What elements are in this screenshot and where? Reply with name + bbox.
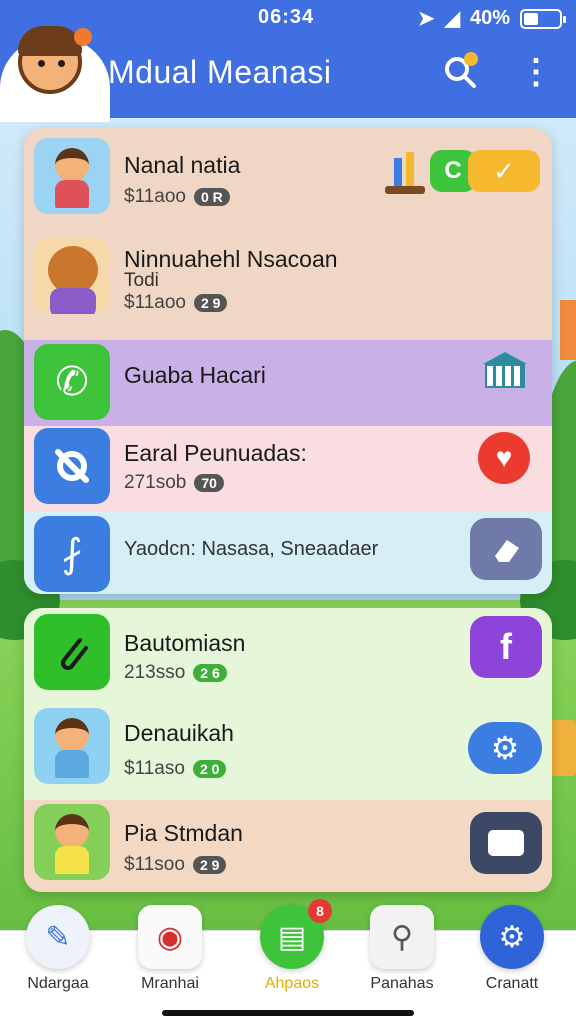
link-icon bbox=[34, 428, 110, 504]
facebook-icon[interactable]: f bbox=[470, 616, 542, 678]
item-meta: $11aso 2 0 bbox=[124, 758, 227, 780]
camera-icon: ◉ bbox=[138, 905, 202, 969]
nav-label: Panahas bbox=[370, 975, 434, 992]
mascot-avatar[interactable] bbox=[18, 26, 92, 94]
nav-item-gear[interactable]: ⚙ Cranatt bbox=[458, 905, 566, 1024]
heart-icon[interactable]: ♥ bbox=[478, 432, 530, 484]
nav-label: Mranhai bbox=[141, 975, 199, 992]
dancer-avatar bbox=[34, 804, 110, 880]
flower-icon bbox=[74, 28, 92, 46]
item-meta: $11soo 2 9 bbox=[124, 854, 227, 876]
item-name: Denauikah bbox=[124, 720, 234, 746]
nav-label: Ndargaa bbox=[27, 975, 89, 992]
hut bbox=[560, 300, 576, 360]
notification-badge: 8 bbox=[308, 899, 332, 923]
list-item[interactable]: Nanal natia $11aoo 0 R C ✓ bbox=[24, 128, 552, 228]
location-icon: ➤ bbox=[417, 8, 435, 30]
signpost bbox=[550, 720, 576, 776]
item-badge: 70 bbox=[194, 474, 224, 492]
pin-icon: ⨏ bbox=[34, 516, 110, 592]
pencil-icon: ✎ bbox=[26, 905, 90, 969]
list-item[interactable]: Ninnuahehl Nsacoan Todi $11aoo 2 9 bbox=[24, 228, 552, 340]
search-icon: ⚲ bbox=[370, 905, 434, 969]
item-name: Guaba Hacari bbox=[124, 362, 266, 388]
status-icons: ➤ ◢ 40% bbox=[417, 6, 566, 31]
more-vertical-icon[interactable]: ⋮ bbox=[516, 52, 556, 92]
item-meta: $11aoo 2 9 bbox=[124, 292, 228, 314]
settings-icon[interactable]: ⚙ bbox=[468, 722, 542, 774]
item-name: Nanal natia bbox=[124, 152, 241, 178]
item-badge: 2 9 bbox=[194, 294, 228, 312]
item-name: Pia Stmdan bbox=[124, 820, 243, 846]
item-badge: 2 0 bbox=[192, 760, 227, 778]
item-badge: 2 6 bbox=[193, 664, 227, 682]
list-card-bottom: Bautomiasn 213sso 2 6 f Denauikah $11aso 2… bbox=[24, 608, 552, 892]
list-item[interactable]: Pia Stmdan $11soo 2 9 bbox=[24, 800, 552, 892]
checkmark-icon[interactable]: ✓ bbox=[468, 150, 540, 192]
battery-icon bbox=[520, 8, 566, 29]
bank-icon[interactable] bbox=[480, 352, 530, 400]
item-meta: 271sob 70 bbox=[124, 472, 224, 494]
list-item[interactable]: Bautomiasn 213sso 2 6 f bbox=[24, 608, 552, 704]
girl-avatar bbox=[34, 138, 110, 214]
list-item[interactable]: ✆ Guaba Hacari bbox=[24, 340, 552, 426]
search-icon[interactable] bbox=[440, 52, 480, 92]
item-name: Yaodcn: Nasasa, Sneaadaer bbox=[124, 538, 379, 560]
battery-percent: 40% bbox=[469, 7, 510, 29]
list-item[interactable]: Earal Peunuadas: 271sob 70 ♥ bbox=[24, 426, 552, 512]
item-sub: Todi bbox=[124, 270, 159, 291]
status-time: 06:34 bbox=[258, 6, 315, 28]
home-indicator[interactable] bbox=[162, 1010, 414, 1016]
item-meta: 213sso 2 6 bbox=[124, 662, 227, 684]
tools-icon[interactable] bbox=[382, 148, 428, 194]
nav-item-pencil[interactable]: ✎ Ndargaa bbox=[4, 905, 112, 1024]
list-item[interactable]: ⨏ Yaodcn: Nasasa, Sneaadaer bbox=[24, 512, 552, 594]
ticket-icon[interactable] bbox=[470, 812, 542, 874]
gear-icon: ⚙ bbox=[480, 905, 544, 969]
paperclip-icon bbox=[34, 614, 110, 690]
girl-avatar bbox=[34, 708, 110, 784]
phone-icon: ✆ bbox=[34, 344, 110, 420]
list-item[interactable]: Denauikah $11aso 2 0 ⚙ bbox=[24, 704, 552, 800]
nav-label: Cranatt bbox=[485, 975, 539, 992]
eraser-icon[interactable] bbox=[470, 518, 542, 580]
item-badge: 2 9 bbox=[192, 856, 227, 874]
page-title: Mdual Meanasi bbox=[108, 54, 332, 90]
nav-label: Ahpaos bbox=[264, 975, 320, 992]
item-badge: 0 R bbox=[194, 188, 230, 206]
signal-icon: ◢ bbox=[444, 8, 460, 30]
item-name: Bautomiasn bbox=[124, 630, 246, 656]
boy-avatar bbox=[34, 238, 110, 314]
item-name: Ninnuahehl Nsacoan bbox=[124, 246, 338, 272]
list-card-top: Nanal natia $11aoo 0 R C ✓ Ninnuahehl Nsa… bbox=[24, 128, 552, 594]
item-name: Earal Peunuadas: bbox=[124, 440, 307, 466]
app-header: 06:34 ➤ ◢ 40% Mdual Meanasi ⋮ bbox=[0, 0, 576, 122]
item-meta: $11aoo 0 R bbox=[124, 186, 230, 208]
